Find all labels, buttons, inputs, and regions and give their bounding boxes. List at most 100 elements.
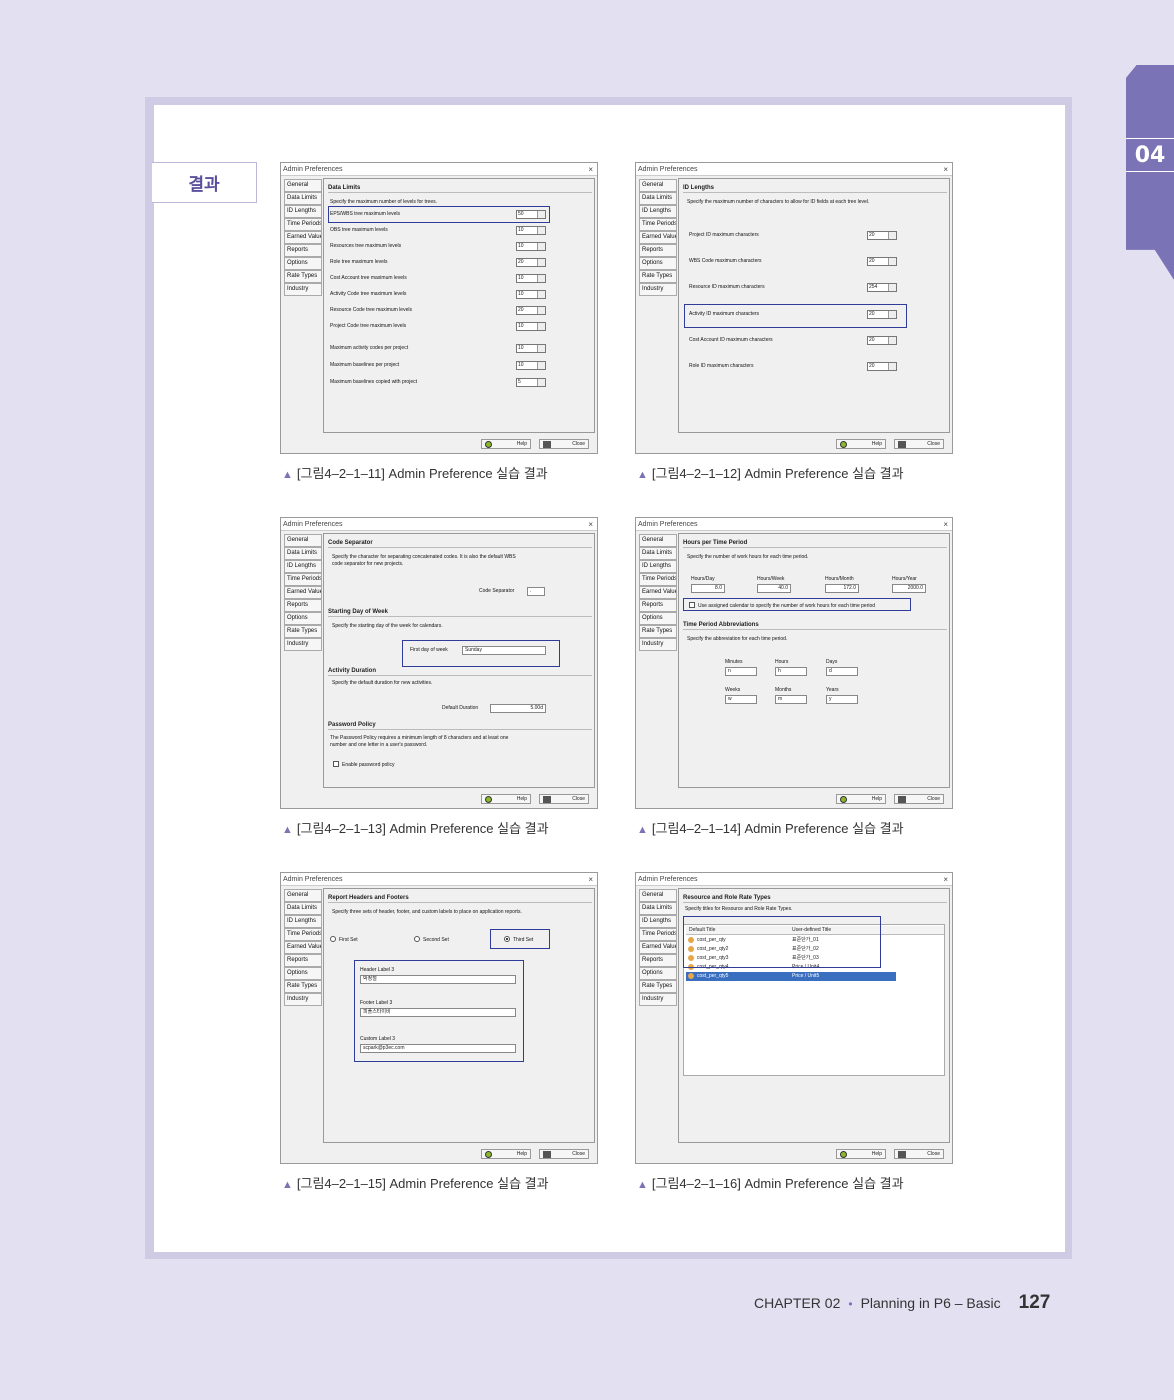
nav-item-time-periods[interactable]: Time Periods [284, 928, 322, 941]
nav-item-time-periods[interactable]: Time Periods [639, 928, 677, 941]
close-icon[interactable]: × [943, 873, 948, 886]
nav-item-id-lengths[interactable]: ID Lengths [284, 205, 322, 218]
nav-item-id-lengths[interactable]: ID Lengths [639, 205, 677, 218]
close-button[interactable]: Close [539, 794, 589, 804]
hours-abbr-input[interactable]: h [775, 667, 807, 676]
close-icon[interactable]: × [588, 518, 593, 531]
max-activity-codes-input[interactable]: 10 [516, 344, 546, 353]
table-row-selected[interactable]: cost_per_qty5 Price / Unit5 [686, 972, 896, 981]
nav-item-industry[interactable]: Industry [284, 283, 322, 296]
nav-item-time-periods[interactable]: Time Periods [639, 218, 677, 231]
help-button[interactable]: Help [836, 794, 886, 804]
close-button[interactable]: Close [894, 1149, 944, 1159]
nav-item-options[interactable]: Options [284, 612, 322, 625]
nav-item-data-limits[interactable]: Data Limits [639, 547, 677, 560]
help-button[interactable]: Help [836, 439, 886, 449]
nav-item-data-limits[interactable]: Data Limits [639, 902, 677, 915]
role-id-length-input[interactable]: 20 [867, 362, 897, 371]
nav-item-general[interactable]: General [284, 179, 322, 192]
resource-code-levels-input[interactable]: 20 [516, 306, 546, 315]
cost-account-levels-input[interactable]: 10 [516, 274, 546, 283]
nav-item-time-periods[interactable]: Time Periods [284, 218, 322, 231]
resource-id-length-input[interactable]: 254 [867, 283, 897, 292]
minutes-abbr-input[interactable]: n [725, 667, 757, 676]
code-separator-input[interactable]: . [527, 587, 545, 596]
help-button[interactable]: Help [836, 1149, 886, 1159]
nav-item-general[interactable]: General [639, 179, 677, 192]
cost-account-id-length-input[interactable]: 20 [867, 336, 897, 345]
max-baselines-copied-input[interactable]: 5 [516, 378, 546, 387]
days-abbr-input[interactable]: d [826, 667, 858, 676]
nav-item-data-limits[interactable]: Data Limits [284, 547, 322, 560]
role-levels-input[interactable]: 20 [516, 258, 546, 267]
nav-item-general[interactable]: General [639, 889, 677, 902]
nav-item-reports[interactable]: Reports [284, 599, 322, 612]
close-button[interactable]: Close [894, 794, 944, 804]
default-duration-input[interactable]: 5.00d [490, 704, 546, 713]
nav-item-id-lengths[interactable]: ID Lengths [639, 915, 677, 928]
weeks-abbr-input[interactable]: w [725, 695, 757, 704]
close-button[interactable]: Close [539, 1149, 589, 1159]
nav-item-options[interactable]: Options [639, 612, 677, 625]
years-abbr-input[interactable]: y [826, 695, 858, 704]
project-code-levels-input[interactable]: 10 [516, 322, 546, 331]
months-abbr-input[interactable]: m [775, 695, 807, 704]
hours-per-day-input[interactable]: 8.0 [691, 584, 725, 593]
nav-item-id-lengths[interactable]: ID Lengths [284, 560, 322, 573]
resources-levels-input[interactable]: 10 [516, 242, 546, 251]
nav-item-earned-value[interactable]: Earned Value [284, 941, 322, 954]
nav-item-time-periods[interactable]: Time Periods [284, 573, 322, 586]
hours-per-year-input[interactable]: 2000.0 [892, 584, 926, 593]
nav-item-id-lengths[interactable]: ID Lengths [639, 560, 677, 573]
help-button[interactable]: Help [481, 1149, 531, 1159]
nav-item-general[interactable]: General [284, 889, 322, 902]
activity-code-levels-input[interactable]: 10 [516, 290, 546, 299]
close-icon[interactable]: × [588, 873, 593, 886]
nav-item-general[interactable]: General [639, 534, 677, 547]
nav-item-industry[interactable]: Industry [639, 993, 677, 1006]
nav-item-data-limits[interactable]: Data Limits [639, 192, 677, 205]
max-baselines-input[interactable]: 10 [516, 361, 546, 370]
nav-item-rate-types[interactable]: Rate Types [284, 270, 322, 283]
nav-item-industry[interactable]: Industry [639, 283, 677, 296]
password-policy-checkbox[interactable] [333, 761, 339, 767]
nav-item-earned-value[interactable]: Earned Value [284, 586, 322, 599]
nav-item-rate-types[interactable]: Rate Types [639, 625, 677, 638]
project-id-length-input[interactable]: 20 [867, 231, 897, 240]
close-icon[interactable]: × [943, 518, 948, 531]
close-button[interactable]: Close [894, 439, 944, 449]
nav-item-rate-types[interactable]: Rate Types [284, 625, 322, 638]
second-set-radio[interactable] [414, 936, 420, 942]
nav-item-options[interactable]: Options [284, 257, 322, 270]
nav-item-earned-value[interactable]: Earned Value [639, 941, 677, 954]
nav-item-reports[interactable]: Reports [284, 954, 322, 967]
help-button[interactable]: Help [481, 439, 531, 449]
nav-item-reports[interactable]: Reports [639, 954, 677, 967]
help-button[interactable]: Help [481, 794, 531, 804]
nav-item-reports[interactable]: Reports [284, 244, 322, 257]
nav-item-rate-types[interactable]: Rate Types [639, 980, 677, 993]
wbs-code-length-input[interactable]: 20 [867, 257, 897, 266]
nav-item-industry[interactable]: Industry [284, 638, 322, 651]
nav-item-industry[interactable]: Industry [284, 993, 322, 1006]
nav-item-time-periods[interactable]: Time Periods [639, 573, 677, 586]
nav-item-data-limits[interactable]: Data Limits [284, 902, 322, 915]
nav-item-rate-types[interactable]: Rate Types [639, 270, 677, 283]
obs-levels-input[interactable]: 10 [516, 226, 546, 235]
nav-item-reports[interactable]: Reports [639, 244, 677, 257]
hours-per-week-input[interactable]: 40.0 [757, 584, 791, 593]
nav-item-options[interactable]: Options [284, 967, 322, 980]
nav-item-rate-types[interactable]: Rate Types [284, 980, 322, 993]
close-icon[interactable]: × [588, 163, 593, 176]
close-button[interactable]: Close [539, 439, 589, 449]
nav-item-earned-value[interactable]: Earned Value [639, 231, 677, 244]
nav-item-general[interactable]: General [284, 534, 322, 547]
nav-item-id-lengths[interactable]: ID Lengths [284, 915, 322, 928]
nav-item-earned-value[interactable]: Earned Value [639, 586, 677, 599]
nav-item-reports[interactable]: Reports [639, 599, 677, 612]
close-icon[interactable]: × [943, 163, 948, 176]
hours-per-month-input[interactable]: 172.0 [825, 584, 859, 593]
nav-item-options[interactable]: Options [639, 257, 677, 270]
nav-item-options[interactable]: Options [639, 967, 677, 980]
nav-item-earned-value[interactable]: Earned Value [284, 231, 322, 244]
